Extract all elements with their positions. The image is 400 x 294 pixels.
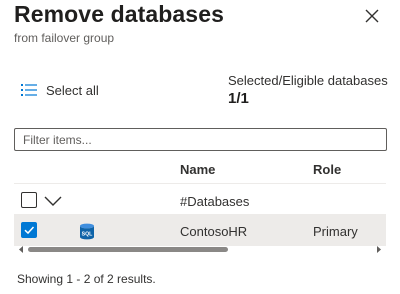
selected-eligible-count: 1/1 bbox=[228, 90, 249, 107]
scrollbar-thumb[interactable] bbox=[28, 247, 228, 252]
selected-eligible-label: Selected/Eligible databases bbox=[228, 73, 388, 88]
sql-database-icon: SQL bbox=[80, 223, 94, 240]
sql-icon-text: SQL bbox=[82, 231, 93, 237]
row-role: Primary bbox=[313, 224, 358, 239]
header-divider bbox=[14, 183, 386, 184]
row-checkbox-checked[interactable] bbox=[21, 222, 37, 238]
column-header-role[interactable]: Role bbox=[313, 162, 341, 177]
group-row-label: #Databases bbox=[180, 194, 250, 209]
chevron-down-icon[interactable] bbox=[43, 194, 63, 208]
panel-title: Remove databases bbox=[14, 1, 224, 27]
scroll-left-icon[interactable] bbox=[16, 245, 26, 254]
close-icon[interactable] bbox=[363, 7, 381, 25]
checkmark-icon bbox=[24, 226, 35, 235]
horizontal-scrollbar[interactable] bbox=[14, 245, 386, 254]
select-all-label: Select all bbox=[46, 82, 99, 98]
results-status: Showing 1 - 2 of 2 results. bbox=[17, 272, 156, 286]
select-all-icon bbox=[21, 84, 37, 96]
column-header-name[interactable]: Name bbox=[180, 162, 215, 177]
group-row-checkbox[interactable] bbox=[21, 192, 37, 208]
row-name: ContosoHR bbox=[180, 224, 248, 239]
select-all-button[interactable]: Select all bbox=[21, 80, 99, 100]
filter-input[interactable] bbox=[14, 128, 387, 151]
panel-subtitle: from failover group bbox=[14, 31, 115, 45]
scroll-right-icon[interactable] bbox=[374, 245, 384, 254]
